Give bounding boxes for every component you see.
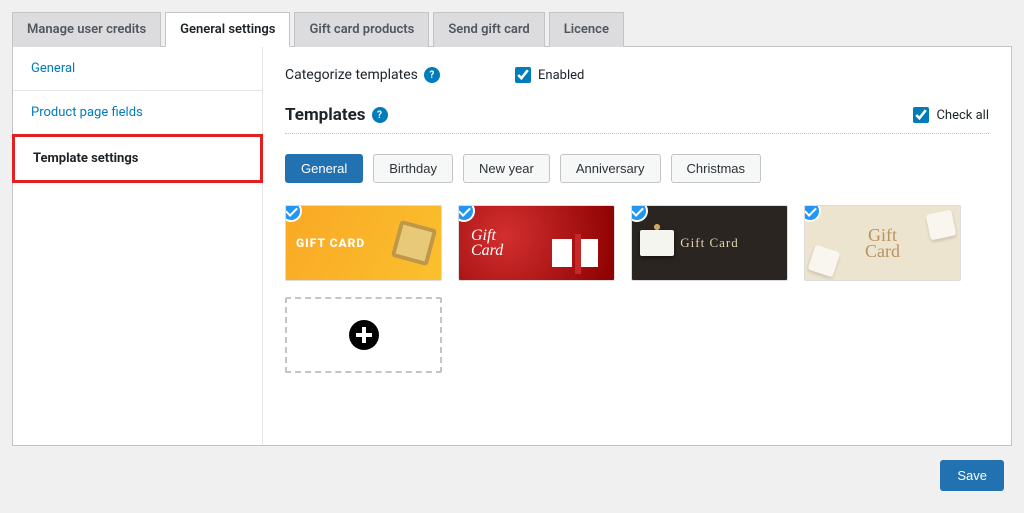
check-icon xyxy=(804,205,821,222)
check-icon xyxy=(458,205,475,222)
tab-send-gift-card[interactable]: Send gift card xyxy=(433,12,544,47)
top-tabs: Manage user credits General settings Gif… xyxy=(12,12,1012,47)
main-content: Categorize templates ? Enabled Templates… xyxy=(263,47,1011,445)
sidebar-item-general[interactable]: General xyxy=(13,47,262,91)
template-text: GIFT CARD xyxy=(296,236,365,250)
check-icon xyxy=(631,205,648,222)
sidebar-item-template-settings[interactable]: Template settings xyxy=(12,134,263,183)
categorize-label-text: Categorize templates xyxy=(285,67,418,83)
category-new-year[interactable]: New year xyxy=(463,154,550,183)
category-general[interactable]: General xyxy=(285,154,363,183)
enabled-checkbox[interactable] xyxy=(515,67,531,83)
check-all-checkbox[interactable] xyxy=(913,107,929,123)
template-beige[interactable]: Gift Card xyxy=(804,205,961,281)
enabled-checkbox-wrap[interactable]: Enabled xyxy=(515,67,584,83)
check-all-label: Check all xyxy=(936,108,989,123)
template-text: Gift Card xyxy=(680,235,738,251)
templates-title: Templates ? xyxy=(285,105,388,125)
templates-title-text: Templates xyxy=(285,105,366,125)
help-icon[interactable]: ? xyxy=(372,107,388,123)
template-yellow[interactable]: GIFT CARD xyxy=(285,205,442,281)
check-all-wrap[interactable]: Check all xyxy=(913,107,989,123)
category-filters: General Birthday New year Anniversary Ch… xyxy=(285,154,989,183)
template-text: Gift Card xyxy=(471,228,503,258)
category-anniversary[interactable]: Anniversary xyxy=(560,154,661,183)
category-birthday[interactable]: Birthday xyxy=(373,154,453,183)
templates-section-head: Templates ? Check all xyxy=(285,105,989,134)
add-template-button[interactable] xyxy=(285,297,442,373)
categorize-label: Categorize templates ? xyxy=(285,67,515,83)
templates-grid: GIFT CARD Gift Card Gift Card Gift Card xyxy=(285,205,989,373)
check-icon xyxy=(285,205,302,222)
footer: Save xyxy=(12,446,1012,493)
enabled-label: Enabled xyxy=(538,68,584,83)
help-icon[interactable]: ? xyxy=(424,67,440,83)
template-red[interactable]: Gift Card xyxy=(458,205,615,281)
tab-general-settings[interactable]: General settings xyxy=(165,12,290,47)
settings-panel: General Product page fields Template set… xyxy=(12,46,1012,446)
template-text: Gift Card xyxy=(865,227,900,259)
category-christmas[interactable]: Christmas xyxy=(671,154,762,183)
tab-licence[interactable]: Licence xyxy=(549,12,624,47)
tab-gift-card-products[interactable]: Gift card products xyxy=(294,12,429,47)
settings-sidebar: General Product page fields Template set… xyxy=(13,47,263,445)
plus-icon xyxy=(349,320,379,350)
sidebar-item-product-page[interactable]: Product page fields xyxy=(13,91,262,135)
tab-manage-credits[interactable]: Manage user credits xyxy=(12,12,161,47)
categorize-row: Categorize templates ? Enabled xyxy=(285,67,989,83)
save-button[interactable]: Save xyxy=(940,460,1004,491)
template-black[interactable]: Gift Card xyxy=(631,205,788,281)
